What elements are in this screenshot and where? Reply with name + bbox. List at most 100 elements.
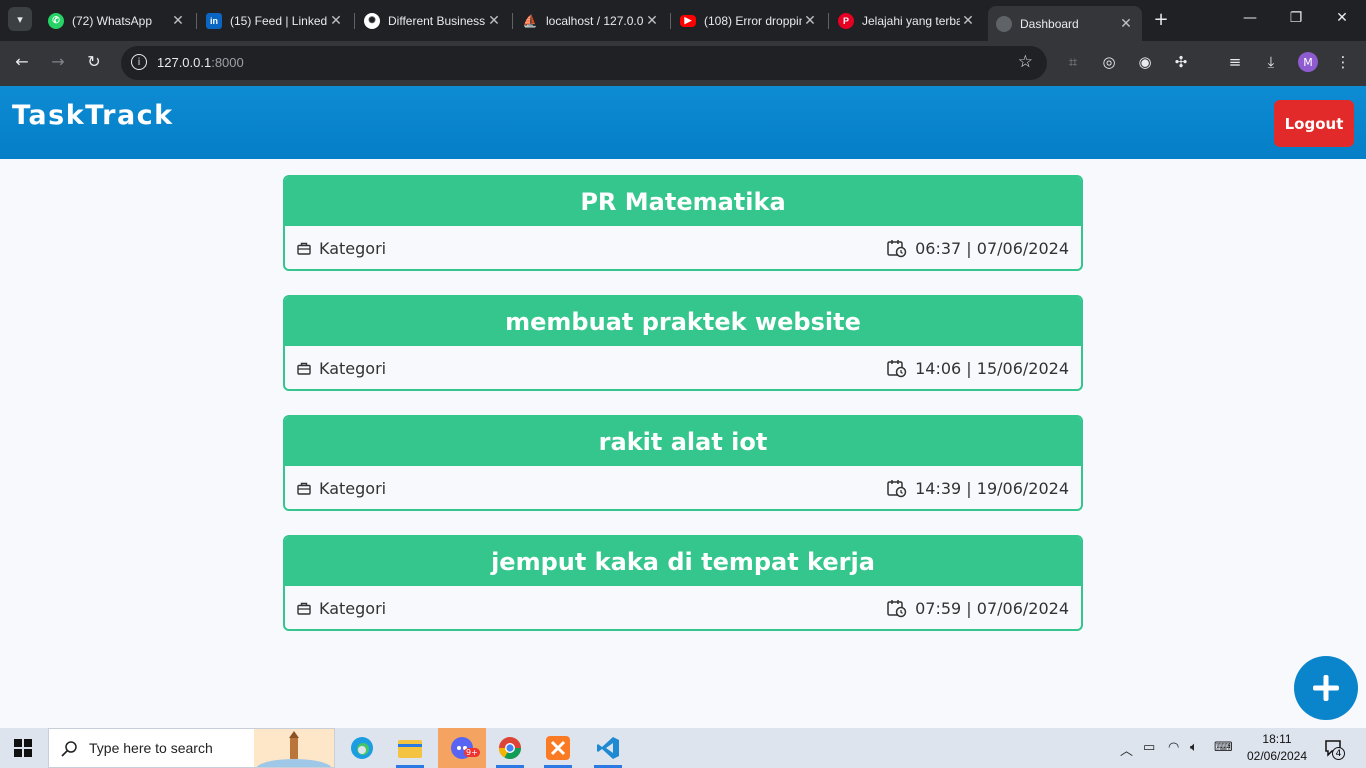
windows-start-icon[interactable] xyxy=(14,739,32,757)
site-info-icon[interactable]: i xyxy=(131,54,147,70)
browser-toolbar: ← → ↻ i 127.0.0.1:8000 ☆ ⌗ ◎ ◉ ✣ ≡ ⤓ M ⋮ xyxy=(0,41,1366,86)
file-explorer-icon[interactable] xyxy=(392,732,428,768)
url-text[interactable]: 127.0.0.1:8000 xyxy=(157,55,244,70)
forward-button[interactable]: → xyxy=(46,52,70,71)
task-datetime: 14:39 | 19/06/2024 xyxy=(887,479,1069,498)
search-icon xyxy=(61,741,77,757)
compass-extension-icon[interactable]: ◎ xyxy=(1098,53,1120,71)
task-category: Kategori xyxy=(297,479,386,498)
plus-icon xyxy=(1313,675,1339,701)
show-hidden-icons-chevron-icon[interactable]: ︿ xyxy=(1120,740,1133,759)
new-tab-button[interactable]: + xyxy=(1150,9,1172,30)
close-tab-icon[interactable]: ✕ xyxy=(486,12,502,29)
close-tab-icon[interactable]: ✕ xyxy=(170,12,186,29)
restore-button[interactable]: ❐ xyxy=(1286,10,1306,26)
close-tab-icon[interactable]: ✕ xyxy=(644,12,660,29)
browser-tab-strip: ▾ ✆ (72) WhatsApp ✕ in (15) Feed | Linke… xyxy=(0,0,1366,41)
address-bar[interactable]: i 127.0.0.1:8000 ☆ xyxy=(121,46,1047,80)
tab-youtube[interactable]: ▶ (108) Error dropping ✕ xyxy=(672,6,826,35)
openai-icon: ✺ xyxy=(364,12,380,29)
close-tab-icon[interactable]: ✕ xyxy=(802,12,818,29)
keyboard-icon[interactable]: ⌨ xyxy=(1214,740,1233,755)
calendar-clock-icon xyxy=(887,600,907,618)
translate-icon[interactable]: ⌗ xyxy=(1062,53,1084,71)
app-header: TaskTrack Logout xyxy=(0,86,1366,159)
close-tab-icon[interactable]: ✕ xyxy=(1118,15,1134,32)
clock-time: 18:11 xyxy=(1262,732,1292,746)
discord-icon[interactable]: 9+ xyxy=(438,728,486,768)
bookmark-star-icon[interactable]: ☆ xyxy=(1018,52,1033,72)
task-card[interactable]: jemput kaka di tempat kerja Kategori 07:… xyxy=(283,535,1083,631)
discord-badge: 9+ xyxy=(464,748,480,757)
profile-avatar[interactable]: M xyxy=(1298,52,1318,72)
windows-taskbar: Type here to search 9+ ︿ ▭ ◠ 🔈︎ ⌨ 18:11 … xyxy=(0,728,1366,768)
globe-icon xyxy=(996,15,1012,32)
taskbar-clock[interactable]: 18:11 02/06/2024 xyxy=(1245,731,1309,765)
notification-count: 4 xyxy=(1332,747,1345,760)
task-card[interactable]: membuat praktek website Kategori 14:06 |… xyxy=(283,295,1083,391)
battery-icon[interactable]: ▭ xyxy=(1143,740,1155,755)
whatsapp-icon: ✆ xyxy=(48,12,64,29)
volume-icon[interactable]: 🔈︎ xyxy=(1190,740,1198,755)
briefcase-icon xyxy=(297,602,311,615)
task-title: rakit alat iot xyxy=(285,417,1081,466)
edge-browser-icon[interactable] xyxy=(344,732,380,764)
task-category: Kategori xyxy=(297,359,386,378)
task-list: PR Matematika Kategori 06:37 | 07/06/202… xyxy=(283,175,1083,655)
task-category: Kategori xyxy=(297,599,386,618)
extensions-puzzle-icon[interactable]: ✣ xyxy=(1170,53,1192,71)
vscode-icon[interactable] xyxy=(590,732,626,768)
logout-button[interactable]: Logout xyxy=(1274,100,1354,147)
task-datetime: 14:06 | 15/06/2024 xyxy=(887,359,1069,378)
reload-button[interactable]: ↻ xyxy=(82,52,106,71)
tab-title: (108) Error dropping xyxy=(704,13,802,28)
close-tab-icon[interactable]: ✕ xyxy=(960,12,976,29)
task-card[interactable]: PR Matematika Kategori 06:37 | 07/06/202… xyxy=(283,175,1083,271)
tab-different-business[interactable]: ✺ Different Business ✕ xyxy=(356,6,510,35)
tab-title: Different Business xyxy=(388,13,486,28)
chrome-icon[interactable] xyxy=(492,732,528,768)
brand-logo[interactable]: TaskTrack xyxy=(12,100,174,131)
task-title: jemput kaka di tempat kerja xyxy=(285,537,1081,586)
minimize-button[interactable]: — xyxy=(1240,10,1260,26)
pinterest-icon: P xyxy=(838,12,854,29)
briefcase-icon xyxy=(297,242,311,255)
tab-title: (15) Feed | LinkedIn xyxy=(230,13,328,28)
tab-pinterest[interactable]: P Jelajahi yang terbaru ✕ xyxy=(830,6,984,35)
xampp-icon[interactable] xyxy=(540,732,576,768)
task-datetime: 07:59 | 07/06/2024 xyxy=(887,599,1069,618)
task-category: Kategori xyxy=(297,239,386,258)
taskbar-search-box[interactable]: Type here to search xyxy=(48,728,335,768)
tab-title: Dashboard xyxy=(1020,16,1079,31)
briefcase-icon xyxy=(297,362,311,375)
notification-center-icon[interactable]: 4 xyxy=(1324,739,1345,761)
tab-whatsapp[interactable]: ✆ (72) WhatsApp ✕ xyxy=(40,6,194,35)
calendar-clock-icon xyxy=(887,360,907,378)
add-task-button[interactable] xyxy=(1294,656,1358,720)
tab-title: localhost / 127.0.0.1 xyxy=(546,13,644,28)
briefcase-icon xyxy=(297,482,311,495)
task-title: PR Matematika xyxy=(285,177,1081,226)
task-card[interactable]: rakit alat iot Kategori 14:39 | 19/06/20… xyxy=(283,415,1083,511)
tab-dashboard[interactable]: Dashboard ✕ xyxy=(988,6,1142,41)
calendar-clock-icon xyxy=(887,240,907,258)
tab-phpmyadmin[interactable]: ⛵ localhost / 127.0.0.1 ✕ xyxy=(514,6,668,35)
phpmyadmin-icon: ⛵ xyxy=(522,13,538,28)
tab-search-button[interactable]: ▾ xyxy=(8,7,32,31)
downloads-icon[interactable]: ⤓ xyxy=(1260,53,1282,71)
back-button[interactable]: ← xyxy=(10,52,34,71)
search-highlight-illustration xyxy=(254,729,334,767)
close-window-button[interactable]: ✕ xyxy=(1332,10,1352,26)
wifi-icon[interactable]: ◠ xyxy=(1168,740,1179,755)
camera-extension-icon[interactable]: ◉ xyxy=(1134,53,1156,71)
youtube-icon: ▶ xyxy=(680,14,696,27)
tab-title: Jelajahi yang terbaru xyxy=(862,13,960,28)
media-control-icon[interactable]: ≡ xyxy=(1224,53,1246,71)
clock-date: 02/06/2024 xyxy=(1246,749,1308,763)
task-datetime: 06:37 | 07/06/2024 xyxy=(887,239,1069,258)
browser-menu-icon[interactable]: ⋮ xyxy=(1332,53,1354,71)
tab-title: (72) WhatsApp xyxy=(72,13,153,28)
close-tab-icon[interactable]: ✕ xyxy=(328,12,344,29)
tab-linkedin[interactable]: in (15) Feed | LinkedIn ✕ xyxy=(198,6,352,35)
linkedin-icon: in xyxy=(206,12,222,29)
